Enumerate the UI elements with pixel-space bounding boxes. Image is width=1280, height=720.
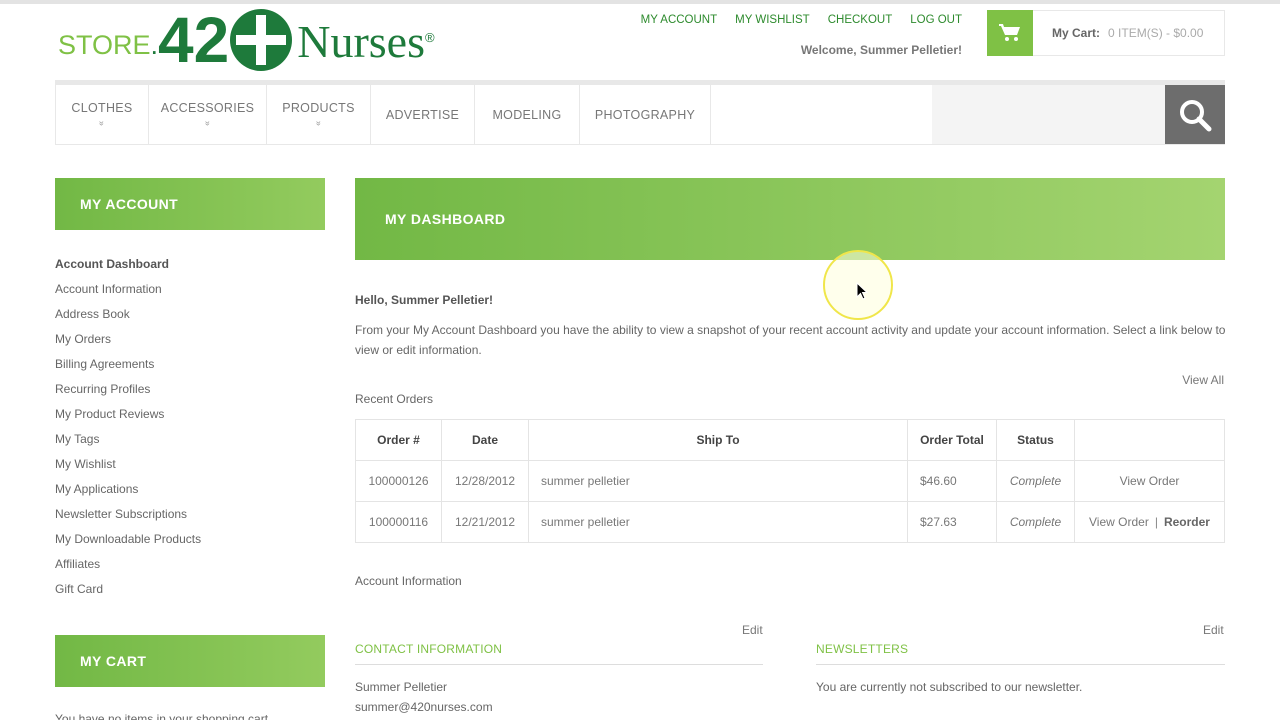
reorder-link[interactable]: Reorder (1164, 515, 1210, 529)
sidebar-cart-empty-text: You have no items in your shopping cart. (55, 712, 272, 720)
col-date: Date (441, 419, 529, 461)
checkout-link[interactable]: CHECKOUT (828, 14, 893, 26)
header-cart[interactable]: My Cart: 0 ITEM(S) - $0.00 (987, 9, 1225, 56)
sidebar-item-recurring-profiles[interactable]: Recurring Profiles (55, 381, 201, 406)
welcome-message: Welcome, Summer Pelletier! (800, 43, 962, 57)
action-separator: | (1154, 515, 1158, 529)
order-date: 12/21/2012 (441, 501, 529, 543)
sidebar-item-downloadable-products[interactable]: My Downloadable Products (55, 531, 201, 556)
cart-label: My Cart: (1052, 26, 1101, 40)
table-header-row: Order # Date Ship To Order Total Status (355, 419, 1225, 461)
order-number: 100000116 (355, 501, 442, 543)
nav-clothes[interactable]: CLOTHES » (55, 85, 149, 144)
contact-information-title: CONTACT INFORMATION (355, 642, 763, 665)
greeting: Hello, Summer Pelletier! (355, 293, 494, 307)
edit-contact-link[interactable]: Edit (742, 623, 763, 637)
my-account-link[interactable]: MY ACCOUNT (641, 14, 717, 26)
chevron-down-icon: » (314, 120, 324, 127)
col-ship-to: Ship To (528, 419, 908, 461)
sidebar-item-my-wishlist[interactable]: My Wishlist (55, 456, 201, 481)
recent-orders-heading: Recent Orders (355, 392, 434, 406)
order-actions: View Order | Reorder (1074, 501, 1225, 543)
col-order-number: Order # (355, 419, 442, 461)
edit-newsletter-link[interactable]: Edit (1203, 623, 1224, 637)
sidebar-item-billing-agreements[interactable]: Billing Agreements (55, 356, 201, 381)
col-order-total: Order Total (907, 419, 997, 461)
search-bar (932, 85, 1225, 144)
contact-name: Summer Pelletier (355, 680, 448, 694)
view-order-link[interactable]: View Order (1120, 474, 1180, 488)
chevron-down-icon: » (203, 120, 213, 127)
nav-modeling[interactable]: MODELING (475, 85, 580, 144)
chevron-down-icon: » (97, 120, 108, 127)
sidebar-title: MY ACCOUNT (55, 178, 325, 230)
view-order-link[interactable]: View Order (1089, 515, 1149, 529)
order-total: $46.60 (907, 460, 997, 502)
search-button[interactable] (1165, 85, 1225, 144)
sidebar-item-product-reviews[interactable]: My Product Reviews (55, 406, 201, 431)
logo-store-text: STORE (58, 30, 151, 60)
registered-mark: ® (425, 30, 435, 45)
search-icon (1180, 99, 1212, 131)
nav-label: ACCESSORIES (160, 101, 255, 115)
main-nav: CLOTHES » ACCESSORIES » PRODUCTS » ADVER… (55, 80, 1225, 145)
order-status: Complete (996, 501, 1075, 543)
page-title: MY DASHBOARD (355, 178, 1225, 260)
newsletter-status: You are currently not subscribed to our … (816, 680, 1083, 694)
logo-number: 42 (158, 8, 293, 72)
sidebar-item-account-information[interactable]: Account Information (55, 281, 201, 306)
order-status: Complete (996, 460, 1075, 502)
account-information-heading: Account Information (355, 574, 462, 588)
recent-orders-table: Order # Date Ship To Order Total Status … (355, 419, 1225, 543)
col-status: Status (996, 419, 1075, 461)
order-total: $27.63 (907, 501, 997, 543)
order-ship-to: summer pelletier (528, 501, 908, 543)
order-ship-to: summer pelletier (528, 460, 908, 502)
nav-photography[interactable]: PHOTOGRAPHY (580, 85, 711, 144)
dashboard-intro: From your My Account Dashboard you have … (355, 323, 1226, 357)
nav-label: PHOTOGRAPHY (594, 107, 696, 122)
nav-label: CLOTHES (71, 101, 133, 115)
sidebar-item-my-orders[interactable]: My Orders (55, 331, 201, 356)
account-nav: Account Dashboard Account Information Ad… (55, 256, 201, 606)
order-actions: View Order (1074, 460, 1225, 502)
sidebar-item-my-applications[interactable]: My Applications (55, 481, 201, 506)
search-input[interactable] (932, 85, 1165, 144)
nav-products[interactable]: PRODUCTS » (267, 85, 371, 144)
store-logo[interactable]: STORE . 42 Nurses ® (58, 6, 435, 72)
order-date: 12/28/2012 (441, 460, 529, 502)
sidebar-item-newsletter-subscriptions[interactable]: Newsletter Subscriptions (55, 506, 201, 531)
nav-label: MODELING (492, 107, 562, 122)
col-actions (1074, 419, 1225, 461)
logo-digits: 42 (158, 4, 230, 76)
sidebar-item-address-book[interactable]: Address Book (55, 306, 201, 331)
header-links: MY ACCOUNT MY WISHLIST CHECKOUT LOG OUT (641, 14, 962, 26)
nav-label: ADVERTISE (385, 107, 460, 122)
logo-dot: . (150, 30, 159, 60)
order-number: 100000126 (355, 460, 442, 502)
table-row: 100000116 12/21/2012 summer pelletier $2… (355, 501, 1225, 543)
cart-icon[interactable] (987, 9, 1033, 56)
nav-advertise[interactable]: ADVERTISE (371, 85, 475, 144)
sidebar-cart-title: MY CART (55, 635, 325, 687)
cart-summary: 0 ITEM(S) - $0.00 (1108, 26, 1204, 40)
medical-cross-icon (230, 9, 293, 71)
newsletters-title: NEWSLETTERS (816, 642, 1225, 665)
sidebar-item-gift-card[interactable]: Gift Card (55, 581, 201, 606)
sidebar-item-affiliates[interactable]: Affiliates (55, 556, 201, 581)
nav-label: PRODUCTS (282, 101, 355, 115)
sidebar-item-account-dashboard: Account Dashboard (55, 257, 170, 271)
mouse-pointer-icon (856, 282, 868, 300)
nav-accessories[interactable]: ACCESSORIES » (149, 85, 267, 144)
table-row: 100000126 12/28/2012 summer pelletier $4… (355, 460, 1225, 502)
my-wishlist-link[interactable]: MY WISHLIST (735, 14, 810, 26)
view-all-link[interactable]: View All (1182, 373, 1224, 387)
sidebar-item-my-tags[interactable]: My Tags (55, 431, 201, 456)
logo-nurses-text: Nurses (297, 16, 425, 67)
log-out-link[interactable]: LOG OUT (910, 14, 962, 26)
contact-email: summer@420nurses.com (355, 700, 493, 714)
